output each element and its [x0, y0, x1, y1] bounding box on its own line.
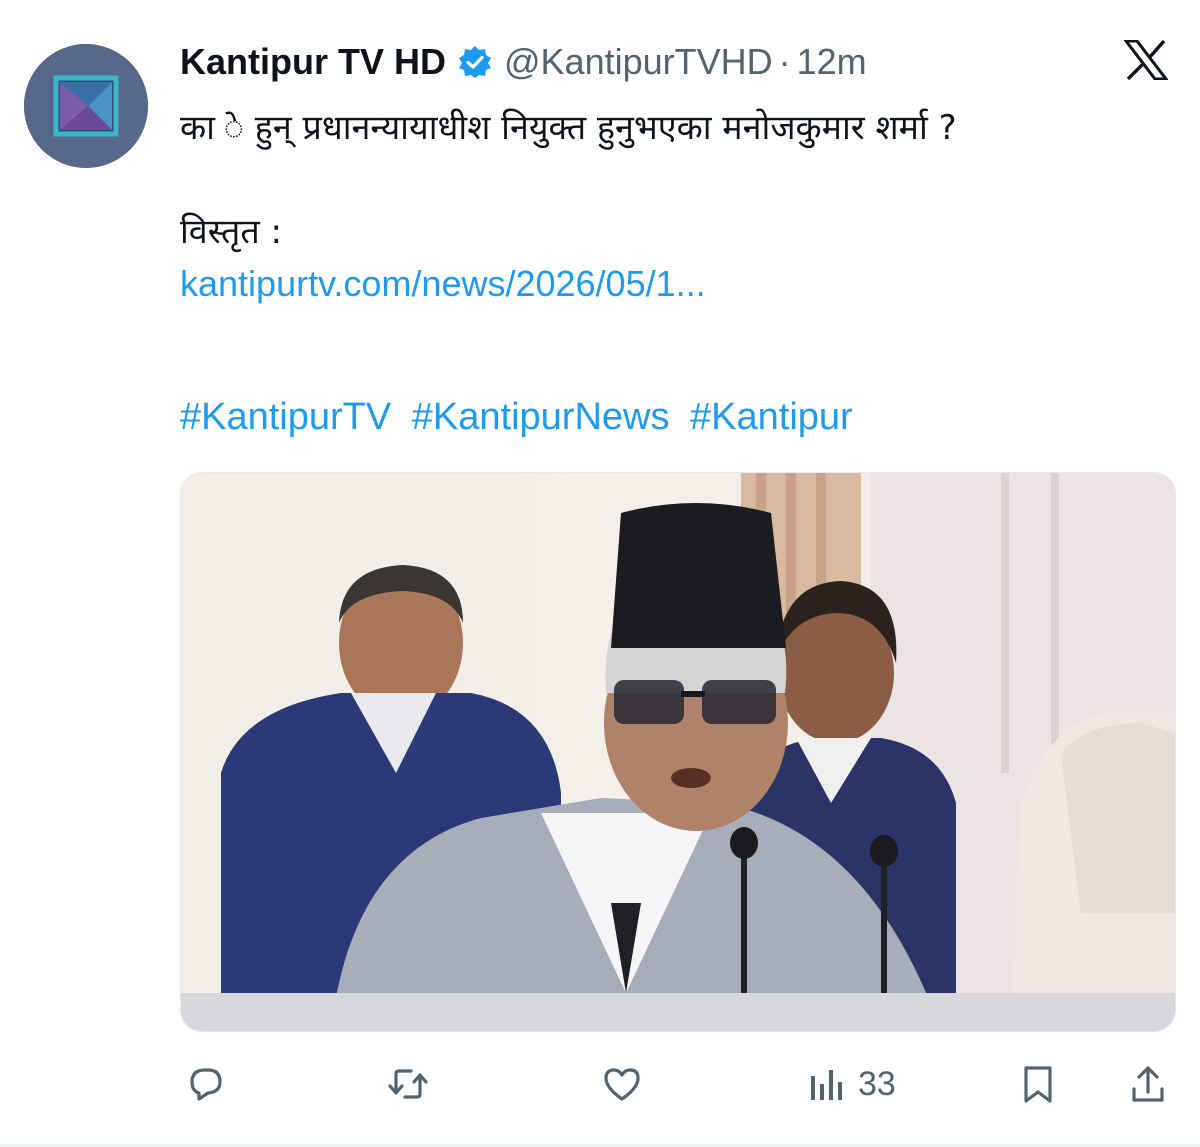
bookmark-icon: [1024, 1066, 1052, 1103]
user-handle[interactable]: @KantipurTVHD: [504, 41, 773, 83]
separator-dot: ·: [778, 41, 791, 82]
reply-icon: [190, 1068, 222, 1101]
hashtag[interactable]: #KantipurTV: [180, 396, 391, 438]
timestamp[interactable]: 12m: [797, 41, 867, 83]
views-chart-icon: [811, 1070, 842, 1100]
hashtag[interactable]: #KantipurNews: [412, 396, 670, 438]
verified-badge-icon: [458, 45, 492, 79]
hashtag[interactable]: #Kantipur: [690, 396, 853, 438]
bookmark-button[interactable]: [1016, 1054, 1060, 1114]
retweet-button[interactable]: [386, 1054, 430, 1114]
share-icon: [1132, 1066, 1164, 1102]
reply-button[interactable]: [184, 1054, 228, 1114]
news-link[interactable]: kantipurtv.com/news/2026/05/1...: [180, 258, 1180, 310]
tweet-image[interactable]: [180, 472, 1176, 1032]
share-button[interactable]: [1126, 1054, 1170, 1114]
heart-icon: [604, 1068, 640, 1101]
like-button[interactable]: [600, 1054, 644, 1114]
tweet-action-bar: 33: [180, 1054, 1174, 1114]
avatar[interactable]: [24, 44, 148, 168]
tweet-text-line: का े हुन् प्रधानन्यायाधीश नियुक्त हुनुभए…: [180, 108, 957, 148]
hashtag-list: #KantipurTV #KantipurNews #Kantipur: [180, 396, 863, 439]
kantipur-logo-icon: [24, 44, 148, 168]
tweet-text: का े हुन् प्रधानन्यायाधीश नियुक्त हुनुभए…: [180, 102, 1180, 310]
news-photo: [181, 473, 1175, 1031]
display-name[interactable]: Kantipur TV HD: [180, 41, 446, 83]
retweet-icon: [388, 1069, 428, 1099]
views-button[interactable]: 33: [804, 1054, 896, 1114]
x-logo-icon: [1122, 39, 1170, 81]
tweet-header: Kantipur TV HD @KantipurTVHD · 12m: [180, 36, 867, 88]
views-count: 33: [858, 1064, 896, 1103]
tweet-text-line: विस्तृत :: [180, 212, 282, 252]
